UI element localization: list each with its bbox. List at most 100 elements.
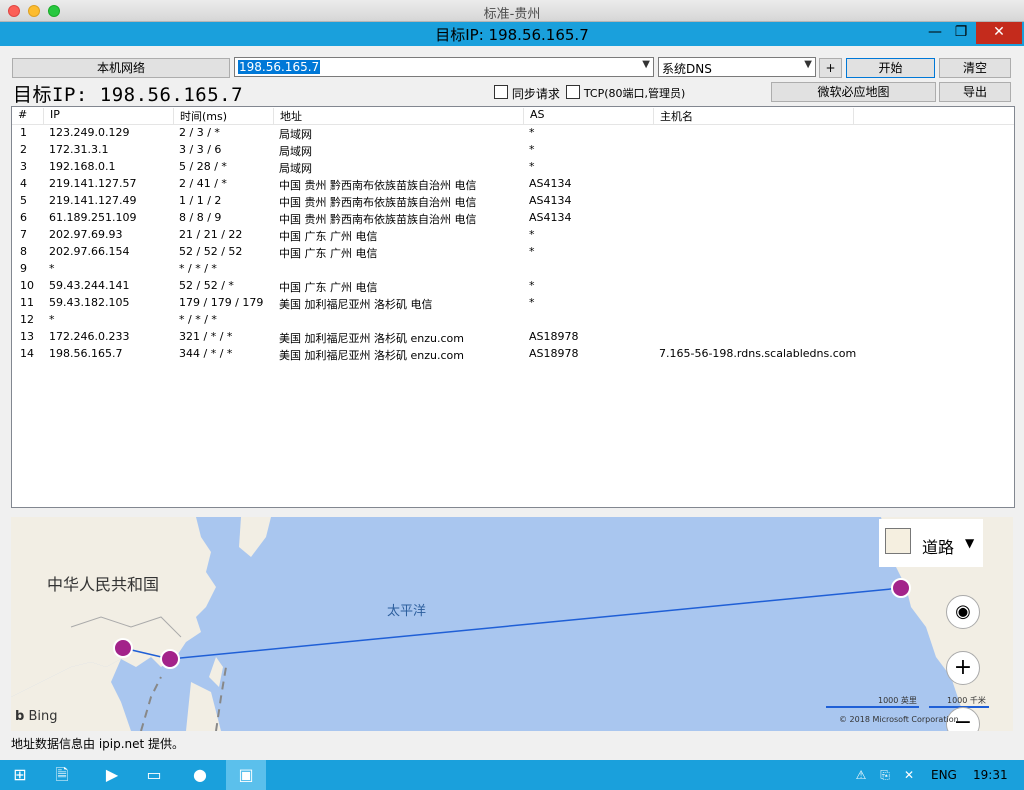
cell-index: 10 [20, 279, 34, 292]
cell-as: AS4134 [529, 177, 572, 190]
target-input[interactable]: 198.56.165.7 ▼ [234, 57, 654, 77]
tcp-label: TCP(80端口,管理员) [583, 87, 686, 100]
start-button[interactable]: 开始 [846, 58, 935, 78]
dns-select-text: 系统DNS [662, 62, 712, 76]
table-row[interactable]: 8 202.97.66.154 52 / 52 / 52 中国 广东 广州 电信 * [12, 244, 1014, 261]
map-canvas [11, 517, 1013, 731]
table-row[interactable]: 3 192.168.0.1 5 / 28 / * 局域网 * [12, 159, 1014, 176]
col-header-ip[interactable]: IP [44, 108, 174, 124]
scale-miles-label: 1000 英里 [878, 696, 917, 705]
cell-time: 52 / 52 / 52 [179, 245, 243, 258]
local-network-button[interactable]: 本机网络 [12, 58, 230, 78]
restore-icon[interactable]: ❐ [948, 22, 974, 44]
cell-address: 中国 广东 广州 电信 [279, 247, 378, 260]
cell-index: 6 [20, 211, 27, 224]
cell-time: 179 / 179 / 179 [179, 296, 264, 309]
checkbox-icon[interactable] [494, 85, 508, 99]
zoom-in-icon[interactable]: + [946, 651, 980, 685]
bing-map-button[interactable]: 微软必应地图 [771, 82, 936, 102]
col-header-index[interactable]: # [12, 108, 44, 124]
col-header-hostname[interactable]: 主机名 [654, 108, 854, 124]
cell-ip: 202.97.69.93 [49, 228, 123, 241]
hop-marker[interactable] [160, 649, 180, 669]
map-style-selector[interactable]: 道路 ▼ [879, 519, 983, 567]
besttrace-taskbar-icon[interactable]: ▣ [226, 760, 266, 790]
cell-as: * [529, 245, 535, 258]
windows-start-icon[interactable]: ⊞ [0, 760, 40, 790]
tcp-checkbox[interactable]: TCP(80端口,管理员) [566, 85, 685, 102]
table-header: # IP 时间(ms) 地址 AS 主机名 [12, 107, 1014, 125]
cell-as: * [529, 126, 535, 139]
cell-as: * [529, 228, 535, 241]
hop-marker[interactable] [113, 638, 133, 658]
language-indicator[interactable]: ENG [931, 768, 957, 782]
cell-ip: 202.97.66.154 [49, 245, 130, 258]
route-line [122, 587, 902, 660]
table-row[interactable]: 2 172.31.3.1 3 / 3 / 6 局域网 * [12, 142, 1014, 159]
table-row[interactable]: 9 * * / * / * [12, 261, 1014, 278]
cell-ip: 123.249.0.129 [49, 126, 130, 139]
cell-address: 局域网 [279, 128, 312, 141]
bing-map[interactable]: 中华人民共和国 太平洋 道路 ▼ ◉ + − b Bing 1000 英里 10… [11, 517, 1013, 731]
cell-as: AS4134 [529, 211, 572, 224]
chevron-down-icon: ▼ [965, 536, 975, 550]
file-manager-icon[interactable]: 🗎 [42, 760, 82, 790]
cell-hostname: 7.165-56-198.rdns.scalabledns.com [659, 347, 857, 360]
cell-as: AS18978 [529, 347, 579, 360]
hop-marker[interactable] [891, 578, 911, 598]
cell-index: 5 [20, 194, 27, 207]
cell-index: 13 [20, 330, 34, 343]
powershell-icon[interactable]: ▶ [92, 760, 132, 790]
sync-request-checkbox[interactable]: 同步请求 [494, 85, 560, 102]
locate-me-icon[interactable]: ◉ [946, 595, 980, 629]
cell-as: * [529, 143, 535, 156]
folder-icon[interactable]: ▭ [134, 760, 174, 790]
col-header-address[interactable]: 地址 [274, 108, 524, 124]
export-button[interactable]: 导出 [939, 82, 1011, 102]
cell-ip: 219.141.127.49 [49, 194, 137, 207]
table-row[interactable]: 14 198.56.165.7 344 / * / * 美国 加利福尼亚州 洛杉矶 e… [12, 346, 1014, 363]
korea-shape [239, 517, 271, 557]
volume-muted-icon[interactable]: ✕ [898, 760, 920, 790]
table-row[interactable]: 13 172.246.0.233 321 / * / * 美国 加利福尼亚州 洛杉矶 … [12, 329, 1014, 346]
cell-ip: 219.141.127.57 [49, 177, 137, 190]
cell-index: 9 [20, 262, 27, 275]
table-row[interactable]: 5 219.141.127.49 1 / 1 / 2 中国 贵州 黔西南布依族苗族自治… [12, 193, 1014, 210]
cell-index: 8 [20, 245, 27, 258]
cell-index: 4 [20, 177, 27, 190]
status-bar-text: 地址数据信息由 ipip.net 提供。 [11, 737, 185, 751]
trace-table[interactable]: # IP 时间(ms) 地址 AS 主机名 1 123.249.0.129 2 / … [11, 106, 1015, 508]
table-row[interactable]: 12 * * / * / * [12, 312, 1014, 329]
minimize-button[interactable]: — [922, 22, 948, 44]
clear-button[interactable]: 清空 [939, 58, 1011, 78]
close-button[interactable]: ✕ [976, 22, 1022, 44]
add-button[interactable]: + [819, 58, 842, 78]
cell-as: AS18978 [529, 330, 579, 343]
cell-index: 3 [20, 160, 27, 173]
chevron-down-icon[interactable]: ▼ [642, 59, 650, 70]
chevron-down-icon[interactable]: ▼ [804, 59, 812, 70]
dns-select[interactable]: 系统DNS ▼ [658, 57, 816, 77]
col-header-time[interactable]: 时间(ms) [174, 108, 274, 124]
scale-km-label: 1000 千米 [947, 696, 986, 705]
table-row[interactable]: 1 123.249.0.129 2 / 3 / * 局域网 * [12, 125, 1014, 142]
col-header-as[interactable]: AS [524, 108, 654, 124]
table-row[interactable]: 7 202.97.69.93 21 / 21 / 22 中国 广东 广州 电信 * [12, 227, 1014, 244]
firefox-icon[interactable]: ● [180, 760, 220, 790]
checkbox-icon[interactable] [566, 85, 580, 99]
cell-address: 中国 广东 广州 电信 [279, 230, 378, 243]
cell-time: 321 / * / * [179, 330, 233, 343]
clock[interactable]: 19:31 [973, 768, 1008, 782]
table-row[interactable]: 11 59.43.182.105 179 / 179 / 179 美国 加利福尼亚州 … [12, 295, 1014, 312]
cell-time: 52 / 52 / * [179, 279, 234, 292]
cell-index: 11 [20, 296, 34, 309]
network-warning-icon[interactable]: ⚠ [850, 760, 872, 790]
table-row[interactable]: 4 219.141.127.57 2 / 41 / * 中国 贵州 黔西南布依族苗族自… [12, 176, 1014, 193]
table-row[interactable]: 6 61.189.251.109 8 / 8 / 9 中国 贵州 黔西南布依族苗族自治… [12, 210, 1014, 227]
target-ip-label: 目标IP: 198.56.165.7 [13, 84, 244, 106]
window-title-bar: 目标IP: 198.56.165.7 — ❐ ✕ [0, 22, 1024, 46]
table-row[interactable]: 10 59.43.244.141 52 / 52 / * 中国 广东 广州 电信 * [12, 278, 1014, 295]
network-icon[interactable]: ⎘ [874, 760, 896, 790]
cell-address: 美国 加利福尼亚州 洛杉矶 enzu.com [279, 332, 464, 345]
cell-time: 21 / 21 / 22 [179, 228, 243, 241]
